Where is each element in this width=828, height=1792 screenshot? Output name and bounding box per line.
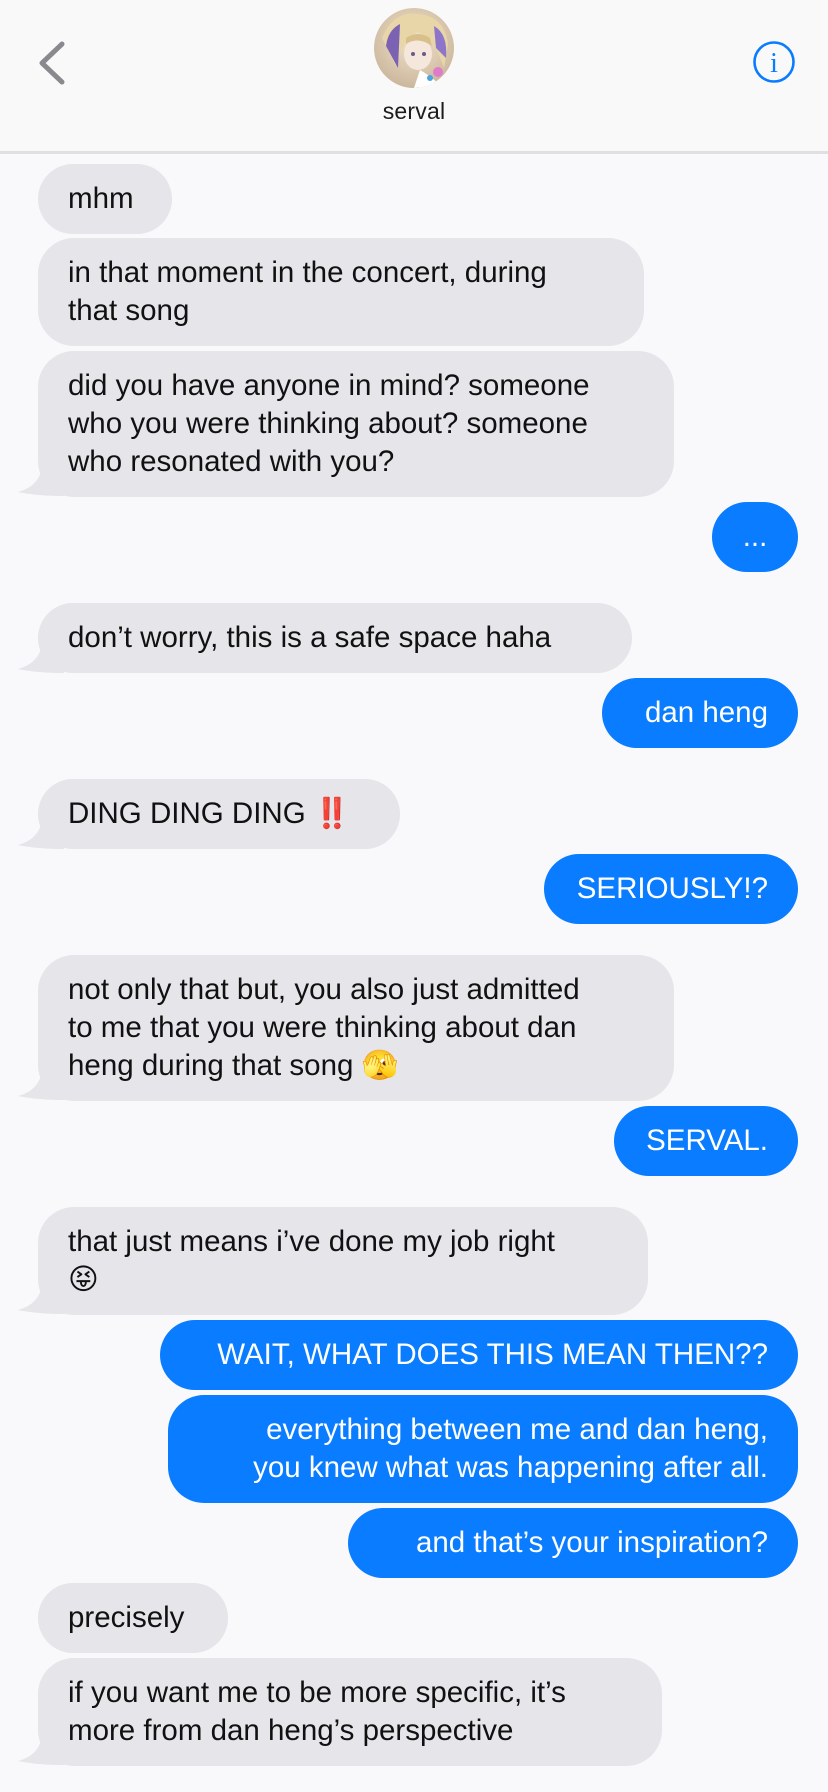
info-icon[interactable]: i (752, 40, 796, 84)
message-bubble-incoming[interactable]: don’t worry, this is a safe space haha (38, 603, 632, 673)
message-text: SERVAL. (646, 1124, 768, 1157)
message-text: don’t worry, this is a safe space haha (68, 621, 552, 654)
svg-text:i: i (770, 48, 778, 79)
message-text: DING DING DING ‼️ (68, 797, 351, 830)
message-bubble-incoming[interactable]: DING DING DING ‼️ (38, 779, 400, 849)
message-text: more from dan heng’s perspective (68, 1714, 514, 1747)
message-text: in that moment in the concert, during (68, 256, 547, 289)
message-bubble-incoming[interactable]: that just means i’ve done my job right 😝 (38, 1207, 648, 1315)
message-text: that song (68, 294, 190, 327)
avatar[interactable] (374, 8, 454, 88)
message-text: everything between me and dan heng, (266, 1413, 768, 1446)
message-text: SERIOUSLY!? (576, 872, 768, 905)
message-bubble-outgoing[interactable]: SERVAL. (614, 1106, 798, 1176)
message-bubble-outgoing[interactable]: dan heng (602, 678, 798, 748)
message-text: and that’s your inspiration? (415, 1526, 768, 1559)
message-text: did you have anyone in mind? someone (68, 369, 590, 402)
message-bubble-incoming[interactable]: mhm (38, 164, 172, 234)
message-bubble-incoming[interactable]: in that moment in the concert, during th… (38, 238, 644, 346)
message-text: you knew what was happening after all. (253, 1451, 768, 1484)
message-text: precisely (68, 1601, 185, 1634)
back-chevron-icon[interactable] (34, 38, 74, 88)
message-bubble-outgoing[interactable]: ... (712, 502, 798, 572)
message-bubble-incoming[interactable]: not only that but, you also just admitte… (38, 955, 674, 1101)
message-text: ... (742, 520, 768, 553)
message-bubble-incoming[interactable]: did you have anyone in mind? someone who… (38, 351, 674, 497)
message-bubble-outgoing[interactable]: everything between me and dan heng, you … (168, 1395, 798, 1503)
message-text: WAIT, WHAT DOES THIS MEAN THEN?? (217, 1338, 768, 1371)
message-bubble-outgoing[interactable]: SERIOUSLY!? (544, 854, 798, 924)
message-text: heng during that song 🫣 (68, 1049, 399, 1082)
message-text: dan heng (644, 696, 768, 729)
conversation-header: serval i (0, 0, 828, 154)
message-text: 😝 (68, 1263, 99, 1296)
message-text: not only that but, you also just admitte… (68, 973, 580, 1006)
message-bubble-outgoing[interactable]: and that’s your inspiration? (348, 1508, 798, 1578)
message-text: who you were thinking about? someone (68, 407, 588, 440)
message-bubble-incoming[interactable]: if you want me to be more specific, it’s… (38, 1658, 662, 1766)
message-bubble-incoming[interactable]: precisely (38, 1583, 228, 1653)
message-bubble-outgoing[interactable]: WAIT, WHAT DOES THIS MEAN THEN?? (160, 1320, 798, 1390)
message-text: to me that you were thinking about dan (68, 1011, 577, 1044)
message-text: mhm (68, 182, 134, 215)
message-text: that just means i’ve done my job right (68, 1225, 555, 1258)
message-text: if you want me to be more specific, it’s (68, 1676, 566, 1709)
contact-name[interactable]: serval (0, 98, 828, 125)
message-text: who resonated with you? (68, 445, 395, 478)
